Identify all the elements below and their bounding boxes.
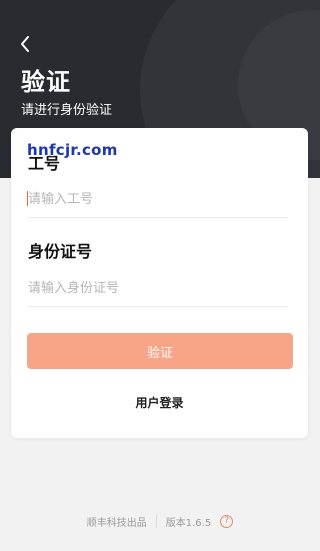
verify-button[interactable]: 验证 [27,333,293,369]
question-circle-icon[interactable]: ? [220,514,234,528]
version-text: 版本1.6.5 [165,517,212,529]
chevron-left-icon [21,36,29,52]
id-card-input[interactable] [28,275,288,301]
id-card-label: 身份证号 [28,242,93,261]
page-subtitle: 请进行身份验证 [21,103,113,118]
page-title: 验证 [21,68,71,96]
verification-card: 工号 身份证号 验证 用户登录 [11,128,308,438]
back-button[interactable] [16,34,36,54]
user-login-link[interactable]: 用户登录 [11,394,308,411]
employee-id-underline [28,217,288,218]
footer: 顺丰科技出品 版本1.6.5 ? [0,513,320,529]
employee-id-input[interactable] [28,186,288,212]
company-credit: 顺丰科技出品 [86,517,147,529]
id-card-underline [28,306,288,307]
footer-divider [155,514,157,528]
watermark-text: hnfcjr.com [27,141,118,159]
